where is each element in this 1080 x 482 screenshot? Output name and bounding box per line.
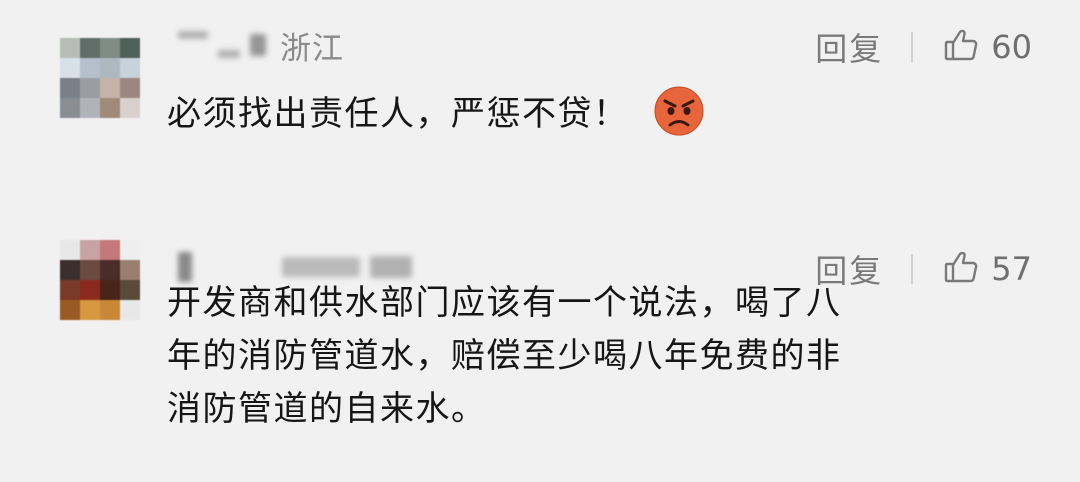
avatar[interactable] — [60, 38, 140, 118]
angry-face-emoji — [653, 85, 705, 137]
username-redacted — [178, 31, 208, 39]
divider — [911, 32, 914, 62]
like-button[interactable]: 60 — [943, 27, 1032, 67]
comment-item: 回复 57 开发商和供水部门应该有一个说法，喝了八 年的消防管道水，赔偿至少喝八… — [0, 222, 1080, 482]
comment-actions: 回复 60 — [815, 22, 1032, 72]
username[interactable]: 浙江 — [178, 22, 344, 68]
thumbs-up-icon — [943, 27, 979, 67]
avatar[interactable] — [60, 240, 140, 320]
comment-line: 消防管道的自来水。 — [167, 389, 487, 429]
username-redacted — [218, 50, 240, 58]
comment-text: 开发商和供水部门应该有一个说法，喝了八 年的消防管道水，赔偿至少喝八年免费的非 … — [167, 277, 1037, 436]
comment-line: 必须找出责任人，严惩不贷！ — [167, 94, 629, 134]
reply-button[interactable]: 回复 — [815, 24, 883, 70]
comment-item: 浙江 回复 60 必须找出责任人，严惩不贷！ — [0, 0, 1080, 200]
username-redacted — [282, 257, 360, 277]
comment-text: 必须找出责任人，严惩不贷！ — [167, 85, 807, 141]
like-count: 60 — [991, 28, 1032, 66]
username-redacted — [370, 256, 412, 278]
user-region: 浙江 — [280, 30, 344, 67]
comment-line: 开发商和供水部门应该有一个说法，喝了八 — [167, 283, 842, 323]
username-redacted — [250, 34, 266, 56]
comment-line: 年的消防管道水，赔偿至少喝八年免费的非 — [167, 336, 842, 376]
